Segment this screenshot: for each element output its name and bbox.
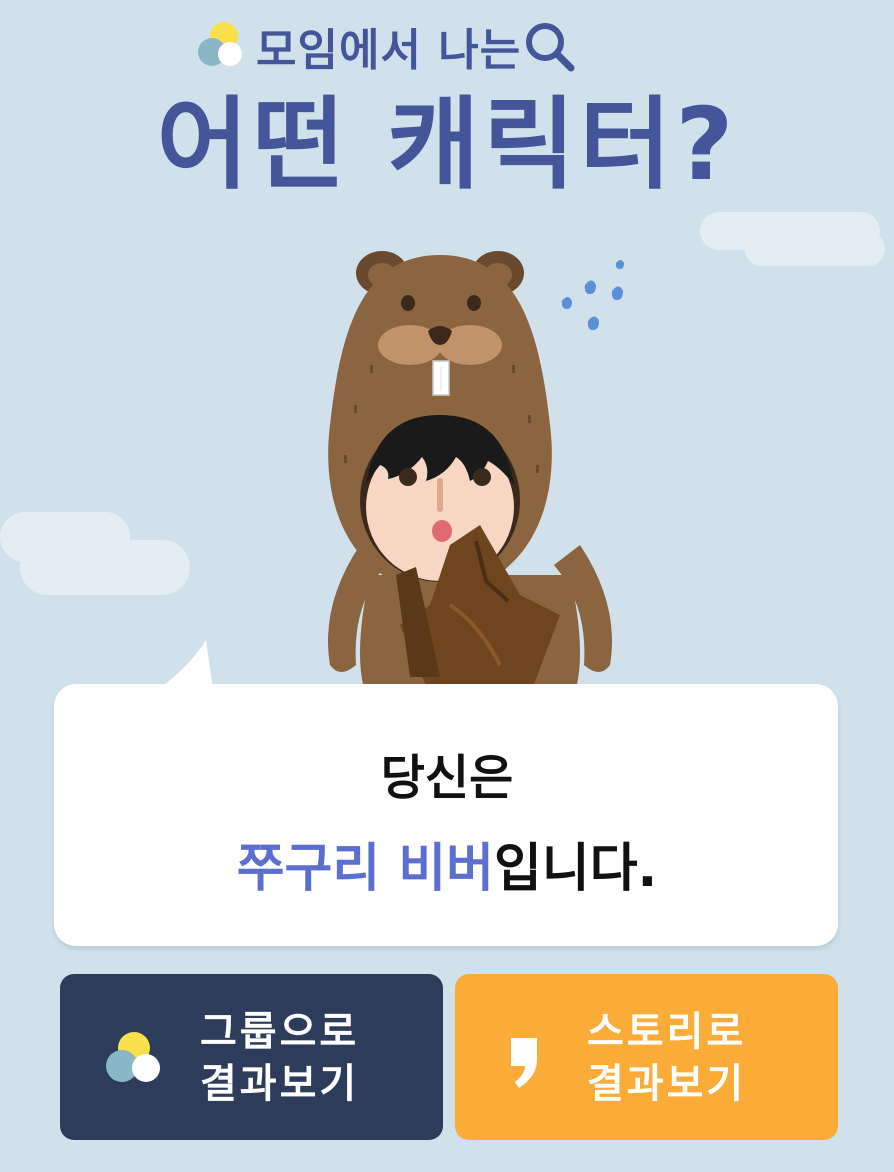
page-title: 어떤 캐릭터? bbox=[156, 86, 738, 203]
result-speech-bubble bbox=[54, 684, 838, 946]
result-suffix: 입니다. bbox=[494, 839, 658, 899]
circles-logo-icon bbox=[106, 1032, 160, 1082]
comma-icon bbox=[511, 1038, 537, 1088]
page-subtitle: 모임에서 나는 bbox=[256, 25, 522, 76]
result-character-name: 쭈구리 비버 bbox=[236, 839, 495, 899]
story-button-line2: 결과보기 bbox=[587, 1061, 747, 1107]
sweat-drops-icon bbox=[561, 260, 624, 330]
story-button-label: 스토리로 결과보기 bbox=[587, 1006, 746, 1110]
group-button-line2: 결과보기 bbox=[200, 1061, 360, 1107]
result-page: 모임에서 나는 어떤 캐릭터? 당신은 쭈구리 비버입니다. 그룹으로 결과보기… bbox=[0, 0, 894, 1172]
view-result-as-story-button[interactable]: 스토리로 결과보기 bbox=[455, 974, 838, 1140]
page-header: 모임에서 나는 어떤 캐릭터? bbox=[0, 0, 894, 220]
view-result-as-group-button[interactable]: 그룹으로 결과보기 bbox=[60, 974, 443, 1140]
search-icon bbox=[526, 23, 575, 72]
story-button-line1: 스토리로 bbox=[587, 1009, 747, 1055]
cloud-decoration bbox=[745, 232, 885, 266]
result-statement: 쭈구리 비버입니다. bbox=[0, 826, 894, 901]
circles-logo-icon bbox=[198, 22, 242, 66]
cloud-decoration bbox=[20, 540, 190, 595]
subtitle-row: 모임에서 나는 bbox=[190, 14, 581, 78]
group-button-label: 그룹으로 결과보기 bbox=[200, 1006, 359, 1110]
beaver-character-illustration bbox=[328, 251, 624, 695]
group-button-line1: 그룹으로 bbox=[200, 1009, 360, 1055]
result-intro-text: 당신은 bbox=[380, 750, 514, 806]
